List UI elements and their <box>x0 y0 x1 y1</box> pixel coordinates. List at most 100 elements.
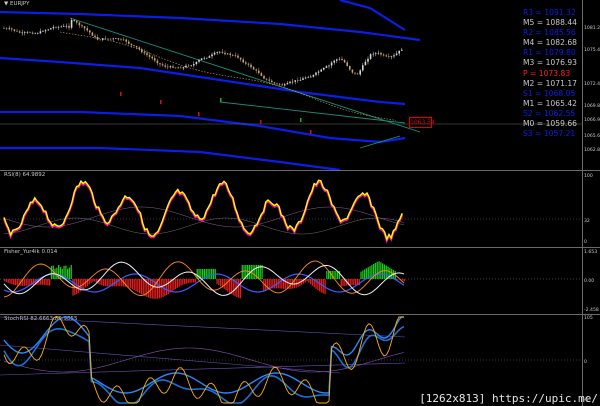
candle-body <box>372 53 374 55</box>
fisher-histogram-bar <box>194 279 197 283</box>
axis-tick-label: 0.00 <box>584 279 595 284</box>
candle-body <box>60 26 62 28</box>
fisher-histogram-bar <box>160 279 162 298</box>
candle-body <box>164 65 166 67</box>
fisher-histogram-bar <box>130 279 132 289</box>
pivot-level-label: M3 = 1076.93 <box>523 58 577 68</box>
pivot-level-row: P = 1073.83 <box>523 69 583 79</box>
fisher-histogram-bar <box>67 268 69 279</box>
fisher-histogram-bar <box>167 279 170 294</box>
candle-body <box>55 27 57 28</box>
fisher-histogram-bar <box>342 279 344 287</box>
fisher-histogram-bar <box>13 279 15 285</box>
fisher-histogram-bar <box>306 279 308 282</box>
pivot-level-row: S3 = 1057.21 <box>523 129 583 139</box>
fisher-histogram-bar <box>182 279 184 285</box>
fisher-histogram-bar <box>360 271 362 279</box>
candle-body <box>89 30 91 33</box>
candle-body <box>76 21 78 23</box>
candle-body <box>211 54 213 57</box>
fisher-histogram-bar <box>193 279 195 283</box>
fisher-histogram-bar <box>149 279 152 299</box>
candle-body <box>380 52 382 55</box>
candle-body <box>294 80 296 82</box>
candle-body <box>281 84 283 86</box>
fisher-histogram-bar <box>353 279 355 285</box>
candle-body <box>5 28 8 30</box>
candle-body <box>252 67 255 70</box>
fisher-histogram-bar <box>103 279 105 286</box>
fisher-histogram-bar <box>164 279 166 297</box>
fisher-histogram-bar <box>209 269 211 279</box>
pivot-level-row: M1 = 1065.42 <box>523 99 583 109</box>
fisher-histogram-bar <box>284 279 287 289</box>
pivot-levels-panel: R3 = 1091.32 M5 = 1088.44 R2 = 1085.56 M4 =… <box>523 8 583 139</box>
fisher-histogram-bar <box>241 265 243 279</box>
fisher-histogram-bar <box>207 269 209 279</box>
fisher-histogram-bar <box>187 279 189 284</box>
candle-body <box>81 25 83 27</box>
candle-body <box>167 66 169 68</box>
fisher-histogram-bar <box>90 279 92 284</box>
candle-body <box>44 30 47 32</box>
rsi-pane[interactable]: RSI(8) 64.9892 <box>0 171 582 247</box>
pivot-level-row: R1 = 1079.80 <box>523 48 583 58</box>
rsi-main-line <box>3 179 403 242</box>
fisher-histogram-bar <box>101 279 103 286</box>
candle-body <box>29 32 31 33</box>
pivot-level-row: S2 = 1062.55 <box>523 109 583 119</box>
candle-body <box>245 62 247 64</box>
fisher-histogram-bar <box>139 279 141 294</box>
candle-body <box>177 67 179 69</box>
candle-body <box>310 76 312 78</box>
candle-body <box>312 74 315 77</box>
fisher-histogram-bar <box>142 279 144 296</box>
fisher-histogram-bar <box>140 279 143 295</box>
pivot-level-label: M4 = 1082.68 <box>523 38 577 48</box>
candle-body <box>291 81 294 83</box>
fisher-histogram-bar <box>349 279 351 286</box>
pivot-level-row: R2 = 1085.56 <box>523 28 583 38</box>
pivot-level-label: S2 = 1062.55 <box>523 108 576 118</box>
candle-body <box>271 80 273 83</box>
fisher-histogram-bar <box>56 267 58 279</box>
fisher-histogram-bar <box>175 279 177 289</box>
signal-marker <box>260 120 262 124</box>
candle-body <box>21 32 23 34</box>
candle-body <box>362 65 364 71</box>
candle-body <box>24 32 26 33</box>
fisher-histogram-bar <box>11 279 13 285</box>
candle-body <box>263 75 265 79</box>
axis-tick-label: 1.653 <box>584 250 598 255</box>
candle-body <box>317 71 320 73</box>
price-axis[interactable] <box>582 0 600 406</box>
fisher-histogram-bar <box>308 279 310 283</box>
fisher-histogram-bar <box>14 279 17 286</box>
signal-marker <box>120 92 122 96</box>
price-pane[interactable]: ▼ EURJPY <box>0 0 582 172</box>
candle-body <box>375 53 377 54</box>
candle-body <box>26 32 29 33</box>
fisher-histogram-bar <box>166 279 168 296</box>
candle-body <box>65 25 68 27</box>
candle-body <box>99 39 101 41</box>
candle-body <box>200 58 203 60</box>
signal-marker <box>300 118 302 122</box>
candle-body <box>367 58 369 62</box>
candle-body <box>349 66 351 70</box>
fisher-pane[interactable]: Fisher_Yur4ik 0.014 <box>0 248 582 314</box>
candle-body <box>31 32 34 34</box>
fisher-histogram-bar <box>9 279 11 284</box>
fisher-histogram-bar <box>92 279 94 282</box>
candle-body <box>330 62 333 66</box>
signal-marker <box>310 130 312 134</box>
candle-body <box>354 72 356 74</box>
fisher-histogram-bar <box>180 279 182 286</box>
pivot-level-label: M1 = 1065.42 <box>523 98 577 108</box>
fisher-histogram-bar <box>317 279 319 291</box>
candle-body <box>239 57 242 60</box>
candle-body <box>284 84 286 86</box>
fisher-histogram-bar <box>47 279 49 286</box>
fisher-histogram-bar <box>189 279 191 283</box>
fisher-histogram-bar <box>135 279 137 291</box>
